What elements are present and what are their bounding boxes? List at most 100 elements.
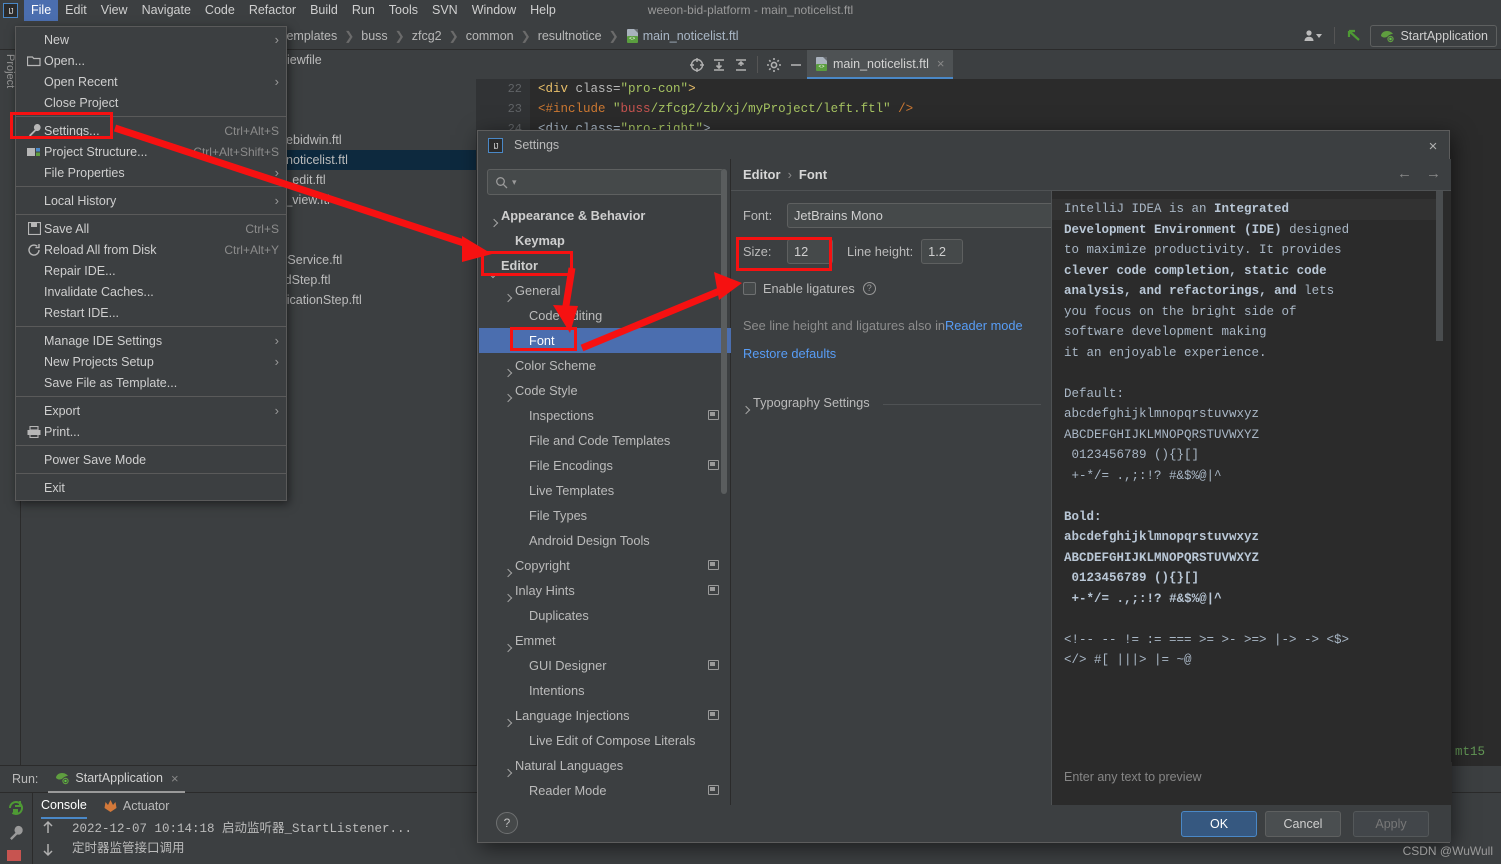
settings-tree-item-appearance-behavior[interactable]: Appearance & Behavior <box>479 203 731 228</box>
settings-tree-item-file-types[interactable]: File Types <box>479 503 731 528</box>
collapse-all-icon[interactable] <box>730 54 752 76</box>
rerun-icon[interactable] <box>6 798 26 821</box>
typography-settings-row[interactable]: Typography Settings <box>739 395 870 410</box>
run-configuration-selector[interactable]: StartApplication <box>1370 24 1497 47</box>
menu-tools[interactable]: Tools <box>382 0 425 21</box>
tab-actuator[interactable]: Actuator <box>103 793 169 819</box>
help-icon[interactable]: ? <box>862 282 876 295</box>
preview-scrollbar[interactable] <box>1436 191 1443 341</box>
run-config-tab[interactable]: StartApplication × <box>48 766 185 793</box>
settings-tree-item-file-and-code-templates[interactable]: File and Code Templates <box>479 428 731 453</box>
file-menu-item-new-projects-setup[interactable]: New Projects Setup › <box>16 351 286 372</box>
editor-tab-main-noticelist[interactable]: <> main_noticelist.ftl × <box>807 50 954 79</box>
menu-refactor[interactable]: Refactor <box>242 0 303 21</box>
settings-tree-item-inlay-hints[interactable]: Inlay Hints <box>479 578 731 603</box>
reader-mode-link[interactable]: Reader mode <box>945 318 1023 333</box>
cancel-button[interactable]: Cancel <box>1265 811 1341 837</box>
file-menu-item-export[interactable]: Export › <box>16 400 286 421</box>
user-account-icon[interactable] <box>1297 24 1329 48</box>
file-menu-item-power-save-mode[interactable]: Power Save Mode <box>16 449 286 470</box>
font-preview-pane[interactable]: IntelliJ IDEA is an Integrated Developmen… <box>1051 191 1452 807</box>
enable-ligatures-row[interactable]: Enable ligatures ? <box>743 281 876 296</box>
file-menu-item-invalidate-caches[interactable]: Invalidate Caches... <box>16 281 286 302</box>
settings-tree-item-copyright[interactable]: Copyright <box>479 553 731 578</box>
menu-build[interactable]: Build <box>303 0 345 21</box>
breadcrumb-item[interactable]: resultnotice <box>538 29 602 43</box>
breadcrumb-item[interactable]: common <box>466 29 514 43</box>
expand-all-icon[interactable] <box>708 54 730 76</box>
wrench-icon[interactable] <box>7 824 25 845</box>
menu-view[interactable]: View <box>94 0 135 21</box>
file-menu-item-restart-ide[interactable]: Restart IDE... <box>16 302 286 323</box>
menu-svn[interactable]: SVN <box>425 0 465 21</box>
stop-icon[interactable] <box>7 850 21 861</box>
line-height-input[interactable]: 1.2 <box>921 239 964 264</box>
font-size-input[interactable]: 12 <box>787 239 833 264</box>
settings-tree-item-font[interactable]: Font <box>479 328 731 353</box>
settings-tree-item-reader-mode[interactable]: Reader Mode <box>479 778 731 803</box>
settings-tree-item-editor[interactable]: Editor <box>479 253 731 278</box>
hide-tool-window-icon[interactable] <box>785 54 807 76</box>
close-icon[interactable]: × <box>1423 136 1443 156</box>
settings-tree-item-duplicates[interactable]: Duplicates <box>479 603 731 628</box>
settings-tree[interactable]: Appearance & Behavior Keymap Editor General… <box>479 203 731 807</box>
font-family-select[interactable]: JetBrains Mono <box>787 203 1077 228</box>
search-dropdown-caret[interactable]: ▾ <box>512 177 517 188</box>
breadcrumb-item[interactable]: templates <box>283 29 337 43</box>
settings-tree-item-color-scheme[interactable]: Color Scheme <box>479 353 731 378</box>
breadcrumb-item[interactable]: zfcg2 <box>412 29 442 43</box>
settings-gear-icon[interactable] <box>763 54 785 76</box>
scroll-up-icon[interactable] <box>41 819 55 838</box>
close-icon[interactable]: × <box>937 56 945 71</box>
settings-tree-item-file-encodings[interactable]: File Encodings <box>479 453 731 478</box>
file-menu-item-project-structure[interactable]: Project Structure... Ctrl+Alt+Shift+S <box>16 141 286 162</box>
file-menu-item-print[interactable]: Print... <box>16 421 286 442</box>
file-menu-item-save-file-as-template[interactable]: Save File as Template... <box>16 372 286 393</box>
file-menu-item-manage-ide-settings[interactable]: Manage IDE Settings › <box>16 330 286 351</box>
close-icon[interactable]: × <box>171 771 179 786</box>
file-menu-item-settings[interactable]: Settings... Ctrl+Alt+S <box>16 120 286 141</box>
forward-arrow-icon[interactable]: → <box>1426 165 1441 182</box>
settings-tree-item-emmet[interactable]: Emmet <box>479 628 731 653</box>
settings-tree-item-live-templates[interactable]: Live Templates <box>479 478 731 503</box>
breadcrumb-item[interactable]: buss <box>361 29 387 43</box>
menu-edit[interactable]: Edit <box>58 0 94 21</box>
settings-tree-item-general[interactable]: General <box>479 278 731 303</box>
settings-tree-item-natural-languages[interactable]: Natural Languages <box>479 753 731 778</box>
ok-button[interactable]: OK <box>1181 811 1257 837</box>
file-menu-item-new[interactable]: New › <box>16 29 286 50</box>
menu-window[interactable]: Window <box>465 0 523 21</box>
search-input[interactable]: ▾ <box>487 169 724 195</box>
settings-tree-item-code-style[interactable]: Code Style <box>479 378 731 403</box>
settings-tree-item-intentions[interactable]: Intentions <box>479 678 731 703</box>
scroll-down-icon[interactable] <box>41 842 55 861</box>
file-menu-item-close-project[interactable]: Close Project <box>16 92 286 113</box>
settings-tree-item-gui-designer[interactable]: GUI Designer <box>479 653 731 678</box>
file-menu-item-exit[interactable]: Exit <box>16 477 286 498</box>
settings-tree-item-keymap[interactable]: Keymap <box>479 228 731 253</box>
menu-file[interactable]: File <box>24 0 59 21</box>
settings-tree-item-inspections[interactable]: Inspections <box>479 403 731 428</box>
settings-tree-item-language-injections[interactable]: Language Injections <box>479 703 731 728</box>
file-menu-item-file-properties[interactable]: File Properties › <box>16 162 286 183</box>
file-menu-item-reload-all-from-disk[interactable]: Reload All from Disk Ctrl+Alt+Y <box>16 239 286 260</box>
help-button[interactable]: ? <box>496 812 518 834</box>
back-arrow-icon[interactable]: ← <box>1397 165 1412 182</box>
file-menu-item-open-recent[interactable]: Open Recent › <box>16 71 286 92</box>
settings-tree-item-android-design-tools[interactable]: Android Design Tools <box>479 528 731 553</box>
vcs-update-icon[interactable] <box>1340 24 1370 48</box>
breadcrumb-file[interactable]: <> main_noticelist.ftl <box>626 28 739 43</box>
settings-breadcrumb-parent[interactable]: Editor <box>743 167 781 182</box>
menu-run[interactable]: Run <box>345 0 382 21</box>
select-opened-file-icon[interactable] <box>686 54 708 76</box>
settings-tree-scrollbar[interactable] <box>721 169 727 494</box>
menu-help[interactable]: Help <box>523 0 563 21</box>
file-menu-item-repair-ide[interactable]: Repair IDE... <box>16 260 286 281</box>
tab-console[interactable]: Console <box>41 793 87 819</box>
settings-tree-item-code-editing[interactable]: Code Editing <box>479 303 731 328</box>
settings-tree-item-live-edit-of-compose-literals[interactable]: Live Edit of Compose Literals <box>479 728 731 753</box>
menu-code[interactable]: Code <box>198 0 242 21</box>
menu-navigate[interactable]: Navigate <box>135 0 198 21</box>
restore-defaults-link[interactable]: Restore defaults <box>743 346 836 361</box>
file-menu-item-save-all[interactable]: Save All Ctrl+S <box>16 218 286 239</box>
